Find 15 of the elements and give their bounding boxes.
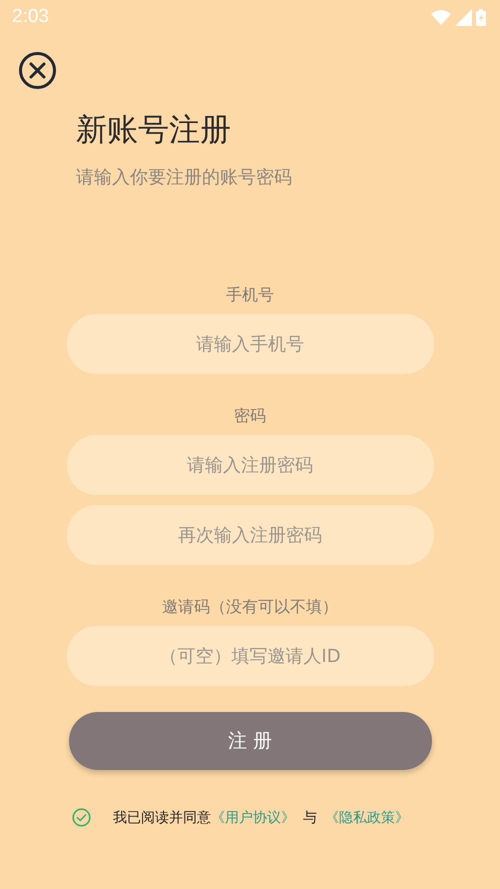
status-time: 2:03 xyxy=(12,6,49,28)
input-field[interactable]: （可空）填写邀请人ID xyxy=(66,626,434,686)
input-field[interactable]: 再次输入注册密码 xyxy=(66,505,434,565)
user-agreement-link[interactable]: 《用户协议》 xyxy=(211,808,295,826)
privacy-policy-link[interactable]: 《隐私政策》 xyxy=(325,808,409,826)
agreement-text: 我已阅读并同意 xyxy=(113,808,211,826)
conjunction-text: 与 xyxy=(303,808,317,826)
page-title: 新账号注册 xyxy=(76,111,231,150)
input-field[interactable]: 请输入注册密码 xyxy=(66,435,434,495)
input-field[interactable]: 请输入手机号 xyxy=(66,314,434,374)
field-label: 手机号 xyxy=(226,285,274,306)
field-label: 密码 xyxy=(234,406,266,427)
page-subtitle: 请输入你要注册的账号密码 xyxy=(76,166,292,189)
register-button[interactable]: 注 册 xyxy=(68,712,432,770)
field-label: 邀请码（没有可以不填） xyxy=(162,597,338,618)
